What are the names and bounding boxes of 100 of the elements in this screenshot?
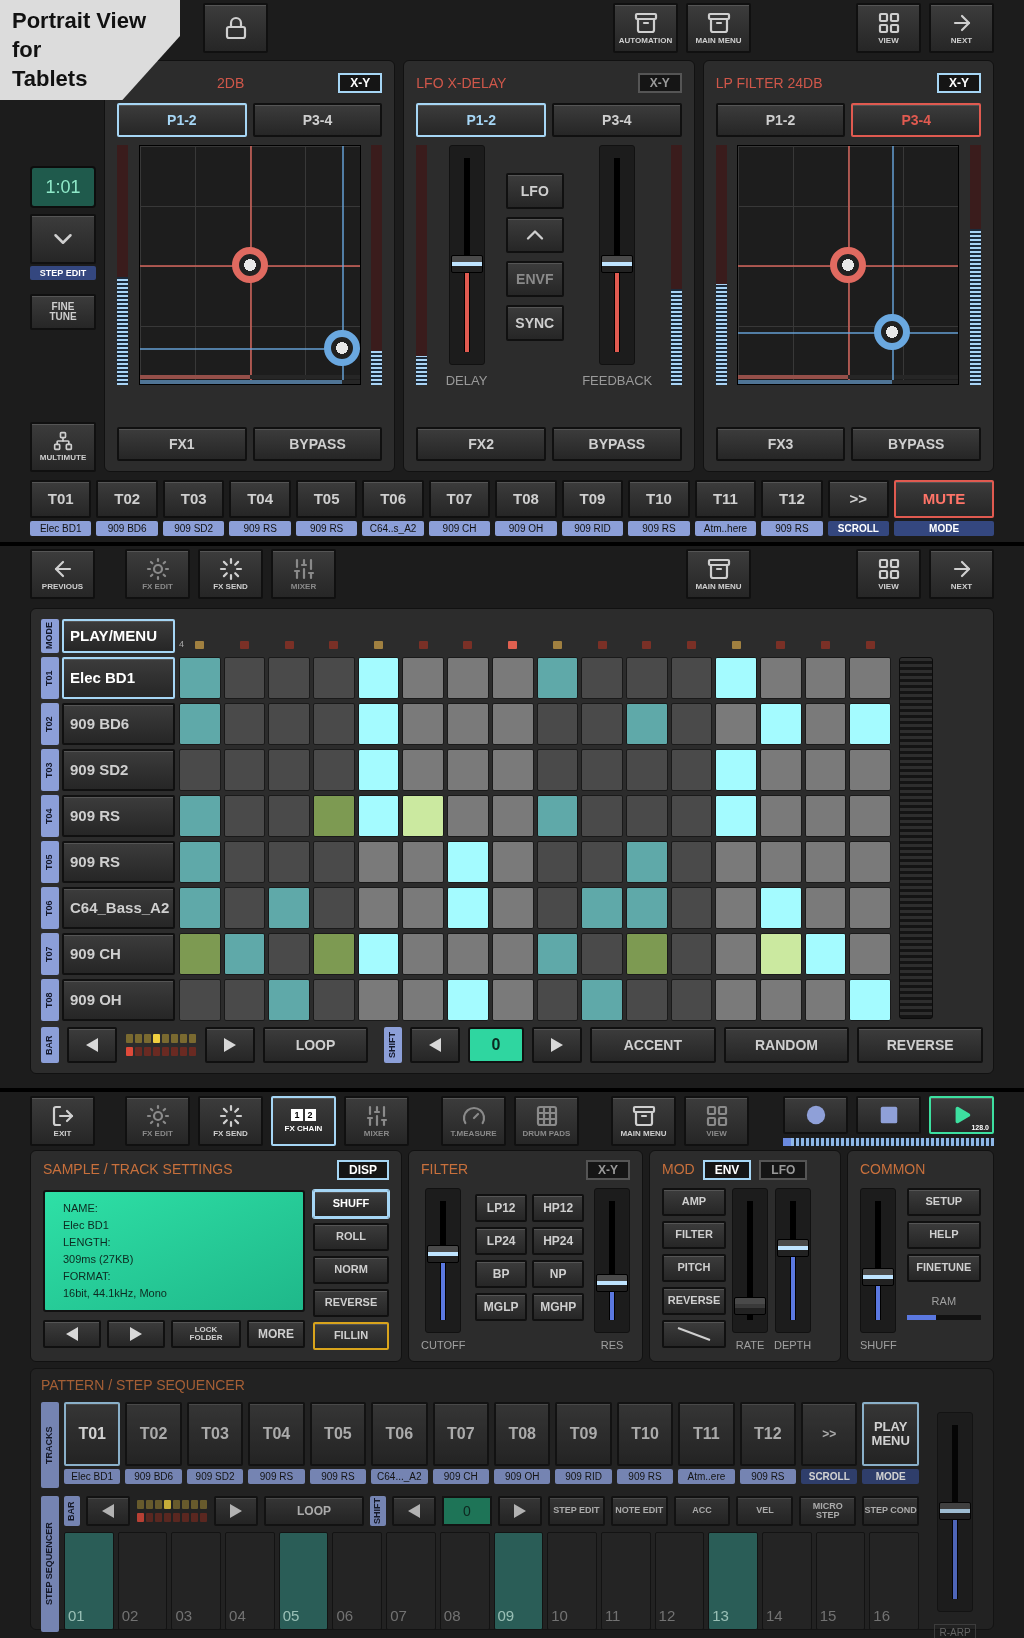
step-pad[interactable] xyxy=(268,979,311,1021)
track-button[interactable]: T02 xyxy=(96,480,158,518)
step-pad[interactable] xyxy=(357,657,400,699)
track-button[interactable]: T07 xyxy=(432,1402,489,1466)
common-button[interactable]: FINETUNE xyxy=(906,1254,981,1282)
track-button[interactable]: T11 xyxy=(694,480,757,518)
step-pad[interactable] xyxy=(849,703,891,745)
fader[interactable] xyxy=(425,1188,462,1333)
track-button[interactable]: PLAY MENU xyxy=(862,1402,919,1466)
track-button[interactable]: T10 xyxy=(616,1402,674,1466)
edit-button[interactable]: ACC xyxy=(673,1496,731,1526)
track-field[interactable]: C64_Bass_A2 xyxy=(62,887,175,929)
track-button[interactable]: >> xyxy=(827,480,890,518)
xy-puck[interactable] xyxy=(874,313,911,350)
step-pad[interactable] xyxy=(715,657,757,699)
step-pad[interactable] xyxy=(357,749,400,791)
page-tab[interactable]: P3-4 xyxy=(252,103,383,137)
track-field[interactable]: 909 SD2 xyxy=(62,749,175,791)
back-button[interactable]: PREVIOUS xyxy=(30,549,95,599)
track-button[interactable]: T10 xyxy=(628,480,690,518)
track-button[interactable]: T12 xyxy=(761,480,823,518)
track-button[interactable]: T05 xyxy=(295,480,358,518)
edit-button[interactable]: MICRO STEP xyxy=(799,1496,857,1526)
shift-right-button[interactable] xyxy=(498,1496,542,1526)
filter-type-button[interactable]: HP12 xyxy=(532,1194,585,1222)
step-pad[interactable] xyxy=(179,657,221,699)
step-button[interactable]: 05 xyxy=(278,1532,329,1630)
multimute-button[interactable]: MULTIMUTE xyxy=(30,422,96,472)
stop-button[interactable] xyxy=(856,1096,921,1134)
mode-badge[interactable]: X-Y xyxy=(637,73,682,93)
lock-button[interactable] xyxy=(203,3,268,53)
fx-button[interactable]: BYPASS xyxy=(851,427,981,461)
mode-badge[interactable]: ENV xyxy=(702,1159,752,1180)
step-pad[interactable] xyxy=(357,933,400,975)
next-sample-button[interactable] xyxy=(107,1320,165,1348)
fader-thumb[interactable] xyxy=(450,254,483,273)
mode-badge[interactable]: DISP xyxy=(337,1159,389,1180)
track-button[interactable]: T08 xyxy=(493,1402,551,1466)
filter-type-button[interactable]: HP24 xyxy=(532,1227,585,1255)
previous-bar-button[interactable] xyxy=(67,1027,117,1063)
mode-badge[interactable]: X-Y xyxy=(338,73,383,93)
mode-button[interactable]: LFO xyxy=(505,173,564,209)
track-button[interactable]: T11 xyxy=(678,1402,735,1466)
step-pad[interactable] xyxy=(849,979,891,1021)
xy-pad[interactable] xyxy=(737,145,960,385)
step-pad[interactable] xyxy=(179,887,221,929)
fader-thumb[interactable] xyxy=(939,1502,971,1520)
xy-puck[interactable] xyxy=(830,247,867,283)
fader-thumb[interactable] xyxy=(601,254,634,273)
mode-badge[interactable]: LFO xyxy=(759,1159,808,1180)
fine-tune-button[interactable]: FINE TUNE xyxy=(30,294,96,330)
action-button[interactable]: RANDOM xyxy=(723,1027,850,1063)
shift-right-button[interactable] xyxy=(532,1027,582,1063)
mode-field[interactable]: PLAY/MENU xyxy=(62,619,175,653)
track-button[interactable]: >> xyxy=(801,1402,858,1466)
envelope-shape-button[interactable] xyxy=(662,1320,726,1348)
step-pad[interactable] xyxy=(536,795,579,837)
exit-button[interactable]: EXIT xyxy=(30,1096,95,1146)
track-button[interactable]: T12 xyxy=(739,1402,797,1466)
option-button[interactable]: FILLIN xyxy=(313,1322,389,1350)
option-button[interactable]: REVERSE xyxy=(313,1289,389,1317)
track-field[interactable]: 909 OH xyxy=(62,979,175,1021)
xy-puck[interactable] xyxy=(231,247,268,283)
fader-thumb[interactable] xyxy=(862,1267,895,1286)
filter-type-button[interactable]: MGLP xyxy=(475,1293,528,1321)
step-pad[interactable] xyxy=(625,841,668,883)
fx-button[interactable]: FX3 xyxy=(715,427,846,461)
filter-type-button[interactable]: MGHP xyxy=(532,1293,585,1321)
shift-left-button[interactable] xyxy=(410,1027,460,1063)
xy-puck[interactable] xyxy=(324,330,360,367)
step-pad[interactable] xyxy=(179,703,221,745)
loop-button[interactable]: LOOP xyxy=(264,1496,364,1526)
fx-chain-button[interactable]: 1 2 FX CHAIN xyxy=(271,1096,336,1146)
step-pad[interactable] xyxy=(625,703,668,745)
step-pad[interactable] xyxy=(759,887,802,929)
fader-thumb[interactable] xyxy=(776,1239,809,1257)
common-button[interactable]: SETUP xyxy=(906,1188,981,1216)
mod-target-button[interactable]: PITCH xyxy=(662,1254,726,1282)
fader[interactable] xyxy=(774,1188,811,1333)
step-pad[interactable] xyxy=(402,795,445,837)
track-button[interactable]: T04 xyxy=(229,480,291,518)
filter-type-button[interactable]: NP xyxy=(532,1260,585,1288)
edit-button[interactable]: VEL xyxy=(736,1496,794,1526)
step-pad[interactable] xyxy=(759,933,802,975)
track-button[interactable]: T01 xyxy=(30,480,92,518)
edit-button[interactable]: NOTE EDIT xyxy=(610,1496,668,1526)
fader-thumb[interactable] xyxy=(596,1273,628,1292)
option-button[interactable]: ROLL xyxy=(313,1223,389,1251)
track-button[interactable]: T09 xyxy=(555,1402,612,1466)
track-button[interactable]: T07 xyxy=(428,480,491,518)
step-pad[interactable] xyxy=(179,841,221,883)
step-pad[interactable] xyxy=(447,979,489,1021)
mode-badge[interactable]: X-Y xyxy=(586,1159,630,1180)
common-button[interactable]: HELP xyxy=(906,1221,981,1249)
xy-pad[interactable] xyxy=(138,145,361,385)
browse-button[interactable]: MORE xyxy=(247,1320,305,1348)
track-button[interactable]: T06 xyxy=(362,480,424,518)
fx-button[interactable]: FX1 xyxy=(117,427,247,461)
step-pad[interactable] xyxy=(581,887,623,929)
page-tab[interactable]: P3-4 xyxy=(552,103,682,137)
